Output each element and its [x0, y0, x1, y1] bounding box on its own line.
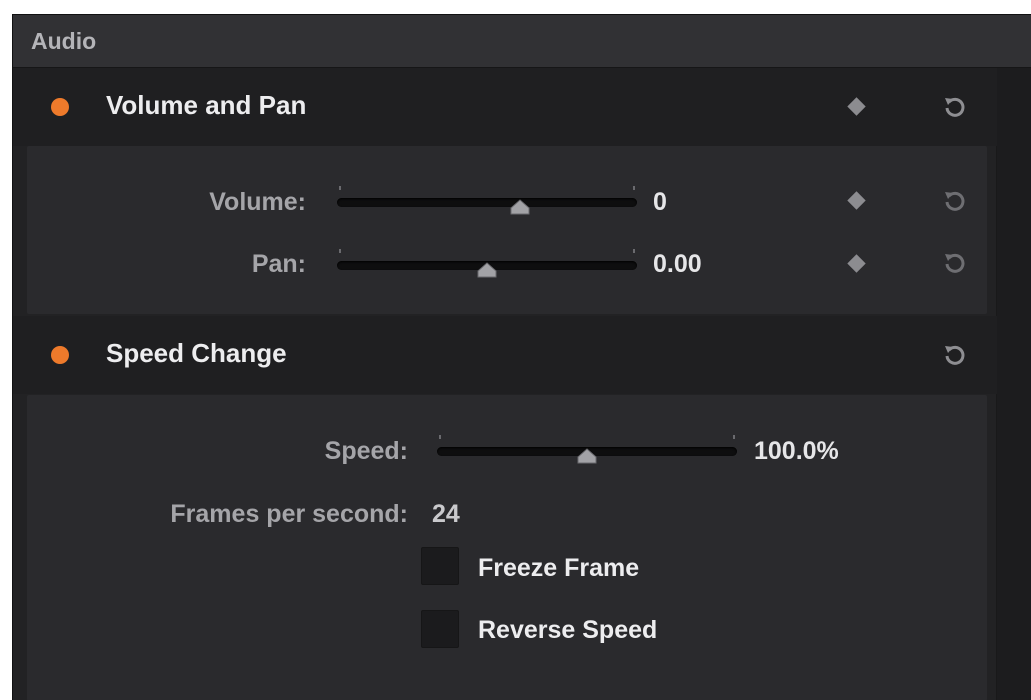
reset-arrow-icon[interactable] — [941, 250, 967, 276]
volume-label: Volume: — [209, 188, 306, 216]
keyframe-diamond-icon[interactable] — [847, 254, 866, 273]
keyframe-diamond-icon[interactable] — [847, 97, 866, 116]
pan-value[interactable]: 0.00 — [653, 250, 702, 279]
freeze-frame-label[interactable]: Freeze Frame — [478, 554, 639, 583]
section-title-volume-pan: Volume and Pan — [106, 90, 307, 120]
panel-title-bar: Audio — [13, 15, 1031, 68]
slider-max-tick — [733, 435, 735, 439]
reset-arrow-icon[interactable] — [941, 94, 967, 120]
slider-max-tick — [633, 186, 635, 190]
slider-thumb[interactable] — [477, 262, 497, 278]
speed-label: Speed: — [324, 437, 408, 465]
section-header-volume-pan[interactable]: Volume and Pan — [13, 68, 997, 146]
slider-thumb[interactable] — [510, 199, 530, 215]
panel-title: Audio — [31, 28, 97, 54]
freeze-frame-checkbox[interactable] — [421, 547, 459, 585]
keyframe-diamond-icon[interactable] — [847, 191, 866, 210]
volume-slider[interactable] — [337, 186, 637, 220]
slider-track — [337, 198, 637, 207]
fps-label: Frames per second: — [170, 500, 408, 528]
section-body-speed-change: Speed: 100.0% Frames per second: 24 Free… — [27, 395, 987, 700]
speed-slider[interactable] — [437, 435, 737, 469]
section-enabled-dot[interactable] — [51, 98, 69, 116]
section-header-speed-change[interactable]: Speed Change — [13, 316, 997, 394]
slider-max-tick — [633, 249, 635, 253]
slider-min-tick — [339, 249, 341, 253]
reset-arrow-icon[interactable] — [941, 188, 967, 214]
slider-thumb[interactable] — [577, 448, 597, 464]
pan-label: Pan: — [251, 250, 306, 278]
volume-value[interactable]: 0 — [653, 188, 667, 217]
section-enabled-dot[interactable] — [51, 346, 69, 364]
section-title-speed-change: Speed Change — [106, 338, 287, 368]
section-body-volume-pan: Volume: 0 Pan: 0.00 — [27, 146, 987, 314]
pan-slider[interactable] — [337, 249, 637, 283]
fps-value: 24 — [432, 500, 460, 528]
slider-min-tick — [439, 435, 441, 439]
reverse-speed-label[interactable]: Reverse Speed — [478, 616, 657, 645]
reverse-speed-checkbox[interactable] — [421, 610, 459, 648]
slider-min-tick — [339, 186, 341, 190]
audio-inspector-panel: Audio Volume and Pan Volume: 0 Pan: 0.00… — [12, 14, 1031, 700]
reset-arrow-icon[interactable] — [941, 342, 967, 368]
scrollbar-track[interactable] — [996, 68, 1031, 700]
speed-value[interactable]: 100.0% — [754, 437, 839, 466]
